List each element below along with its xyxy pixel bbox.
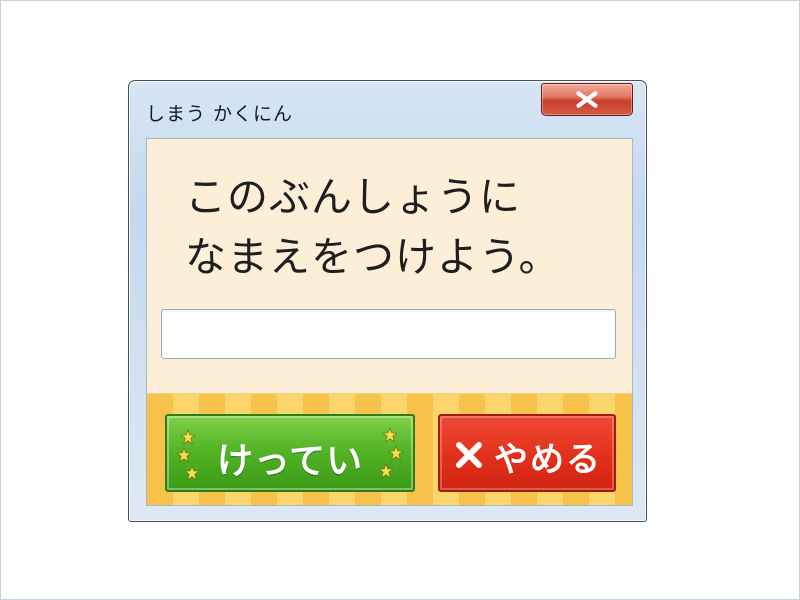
star-icon xyxy=(389,446,403,460)
title-bar[interactable]: しまう かくにん xyxy=(129,81,646,137)
message-panel: このぶんしょうに なまえをつけよう。 xyxy=(147,139,632,393)
document-name-input[interactable] xyxy=(161,309,616,359)
cancel-button[interactable]: やめる xyxy=(438,414,616,492)
close-icon xyxy=(576,91,598,108)
dialog-message: このぶんしょうに なまえをつけよう。 xyxy=(185,167,561,287)
button-bar: けってい やめる xyxy=(147,393,632,505)
window-title: しまう かくにん xyxy=(146,103,294,125)
dialog-message-line-1: このぶんしょうに xyxy=(185,173,521,221)
decide-button[interactable]: けってい xyxy=(165,414,415,492)
close-button[interactable] xyxy=(541,83,633,116)
star-icon xyxy=(383,428,397,442)
dialog-window: しまう かくにん このぶんしょうに なまえをつけよう。 けってい やめる xyxy=(128,80,647,522)
x-icon xyxy=(456,442,482,468)
dialog-message-line-2: なまえをつけよう。 xyxy=(185,233,561,281)
star-icon xyxy=(379,464,393,478)
decide-button-label: けってい xyxy=(216,441,364,482)
dialog-body: このぶんしょうに なまえをつけよう。 けってい やめる xyxy=(146,138,633,506)
cancel-button-label: やめる xyxy=(494,440,602,480)
